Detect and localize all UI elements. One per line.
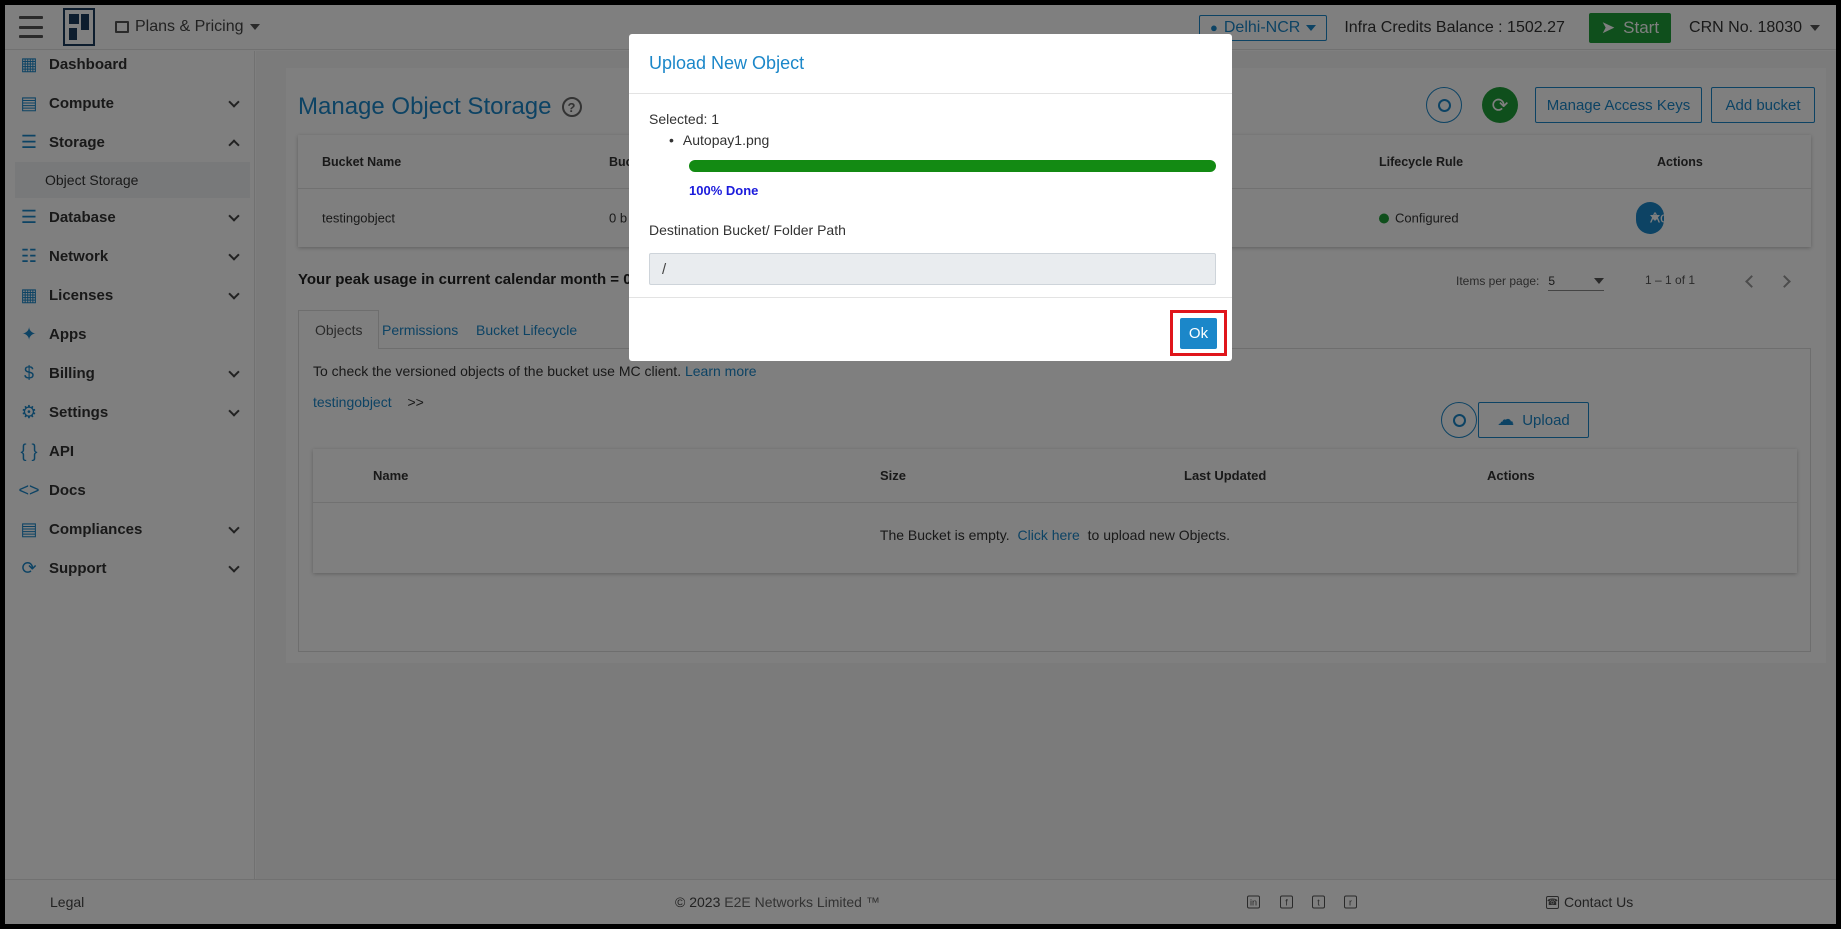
ok-button-highlight: Ok xyxy=(1170,310,1227,356)
destination-path-field[interactable]: / xyxy=(649,253,1216,285)
modal-title: Upload New Object xyxy=(649,53,805,73)
upload-modal: Upload New Object Selected: 1 • Autopay1.… xyxy=(629,34,1232,361)
modal-body: Selected: 1 • Autopay1.png 100% Done Dest… xyxy=(629,94,1232,298)
app-frame: Plans & Pricing ● Delhi-NCR Infra Credit… xyxy=(5,5,1836,924)
destination-path-value: / xyxy=(662,260,667,278)
upload-progress-bar xyxy=(689,160,1216,172)
file-name: Autopay1.png xyxy=(682,132,770,148)
destination-label: Destination Bucket/ Folder Path xyxy=(649,222,846,238)
progress-text: 100% Done xyxy=(689,183,759,198)
file-list-item: • Autopay1.png xyxy=(669,132,770,148)
ok-button[interactable]: Ok xyxy=(1180,317,1217,349)
modal-header: Upload New Object xyxy=(629,34,1232,94)
ok-label: Ok xyxy=(1188,324,1209,342)
selected-count: Selected: 1 xyxy=(649,111,720,127)
